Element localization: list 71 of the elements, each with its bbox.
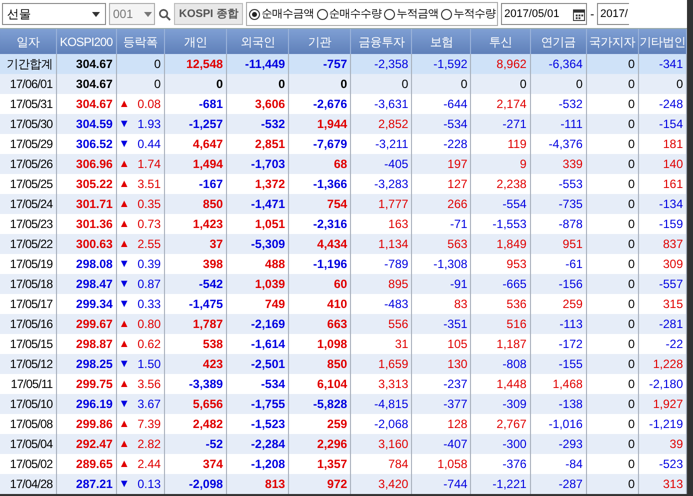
radio-option[interactable]: 순매수금액 bbox=[249, 6, 314, 22]
radio-button[interactable] bbox=[316, 8, 328, 20]
date-cell: 17/04/28 bbox=[0, 474, 56, 494]
trend-arrow: ▼ bbox=[118, 358, 130, 370]
trend-arrow: ▲ bbox=[118, 418, 130, 430]
change-cell-text: 0 bbox=[154, 56, 161, 73]
change-cell-text: 2.82 bbox=[137, 436, 161, 453]
change-cell-text: 0.80 bbox=[137, 316, 161, 333]
radio-button[interactable] bbox=[249, 8, 260, 20]
radio-option[interactable]: 누적수량 bbox=[441, 6, 496, 22]
change-cell-text: 0.08 bbox=[137, 96, 161, 113]
code-value: 001 bbox=[113, 6, 134, 23]
market-value: 선물 bbox=[7, 6, 31, 23]
change-cell-text: 1.50 bbox=[137, 356, 161, 373]
end-date-field[interactable]: 2017/ bbox=[597, 3, 629, 25]
value-cell: -744 bbox=[412, 474, 471, 494]
trend-arrow: ▼ bbox=[118, 138, 130, 150]
change-cell-text: 1.74 bbox=[137, 156, 161, 173]
trend-arrow: ▼ bbox=[118, 398, 130, 410]
search-icon[interactable] bbox=[158, 8, 171, 20]
trend-arrow: ▼ bbox=[118, 118, 130, 130]
value-cell: 972 bbox=[288, 474, 351, 494]
market-dropdown[interactable]: 선물 bbox=[2, 3, 106, 25]
change-cell-text: 3.51 bbox=[137, 176, 161, 193]
trend-arrow: ▲ bbox=[118, 218, 130, 230]
change-cell-text: 0.39 bbox=[137, 256, 161, 273]
change-cell-text: 0.87 bbox=[137, 276, 161, 293]
trend-arrow: ▲ bbox=[118, 438, 130, 450]
trend-arrow: ▲ bbox=[118, 238, 130, 250]
radio-option[interactable]: 순매수수량 bbox=[316, 6, 382, 22]
trend-arrow: ▲ bbox=[118, 338, 130, 350]
trend-arrow: ▼ bbox=[118, 478, 130, 490]
date-separator: - bbox=[590, 6, 594, 23]
change-cell-text: 0.73 bbox=[137, 216, 161, 233]
calendar-icon[interactable] bbox=[573, 8, 586, 20]
radio-button[interactable] bbox=[384, 8, 396, 20]
trend-arrow: ▲ bbox=[118, 158, 130, 170]
change-cell-text: 0 bbox=[154, 76, 161, 93]
value-cell: -1,221 bbox=[470, 474, 530, 494]
radio-option[interactable]: 누적금액 bbox=[384, 6, 438, 22]
index-cell: 287.21 bbox=[56, 474, 116, 494]
value-cell: 0 bbox=[586, 474, 638, 494]
value-cell: 313 bbox=[638, 474, 686, 494]
change-cell-text: 2.55 bbox=[137, 236, 161, 253]
value-cell: 813 bbox=[226, 474, 289, 494]
change-cell-text: 0.13 bbox=[137, 476, 161, 493]
trend-arrow: ▼ bbox=[118, 258, 130, 270]
change-cell-text: 3.67 bbox=[137, 396, 161, 413]
value-cell: -2,098 bbox=[164, 474, 226, 494]
change-cell-text: 0.35 bbox=[137, 196, 161, 213]
value-cell: -287 bbox=[530, 474, 586, 494]
change-cell-text: 1.93 bbox=[137, 116, 161, 133]
code-combobox[interactable]: 001 bbox=[109, 3, 155, 25]
trend-arrow: ▼ bbox=[118, 278, 130, 290]
trend-arrow: ▲ bbox=[118, 458, 130, 470]
change-cell-text: 3.56 bbox=[137, 376, 161, 393]
trend-arrow: ▲ bbox=[118, 318, 130, 330]
value-cell: 3,420 bbox=[350, 474, 412, 494]
index-name-button[interactable]: KOSPI 종합 bbox=[174, 3, 244, 25]
start-date-field[interactable]: 2017/05/01 bbox=[501, 3, 588, 25]
trend-arrow: ▲ bbox=[118, 178, 130, 190]
change-cell-text: 7.39 bbox=[137, 416, 161, 433]
radio-button[interactable] bbox=[441, 8, 452, 20]
change-cell-text: 0.62 bbox=[137, 336, 161, 353]
trend-arrow: ▼ bbox=[118, 298, 130, 310]
trend-arrow: ▲ bbox=[118, 378, 130, 390]
change-cell-text: 0.44 bbox=[137, 136, 161, 153]
trend-arrow: ▲ bbox=[118, 198, 130, 210]
change-cell-text: 0.33 bbox=[137, 296, 161, 313]
trend-arrow: ▲ bbox=[118, 98, 130, 110]
change-cell-text: 2.44 bbox=[137, 456, 161, 473]
